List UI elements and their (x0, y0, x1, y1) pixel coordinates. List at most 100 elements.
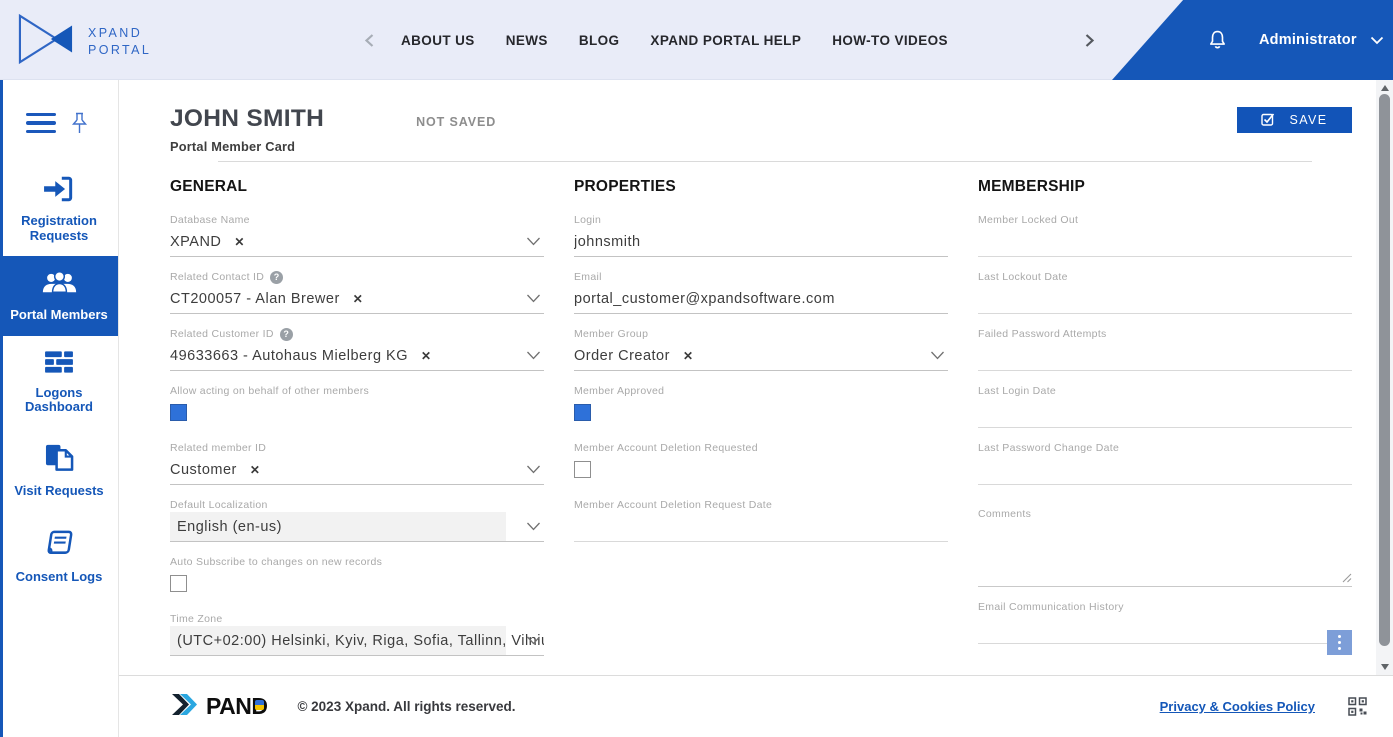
section-title: GENERAL (170, 178, 544, 196)
select-related-contact-id[interactable]: CT200057 - Alan Brewer ✕ (170, 284, 544, 314)
nav-prev-icon[interactable] (364, 33, 375, 48)
field-label-text: Last Password Change Date (978, 442, 1119, 454)
chevron-down-icon[interactable] (526, 522, 541, 531)
menu-hamburger-icon[interactable] (26, 113, 56, 134)
field-value: XPAND (170, 234, 221, 250)
clear-icon[interactable]: ✕ (250, 463, 261, 477)
sidebar-item-consent-logs[interactable]: Consent Logs (0, 514, 118, 600)
vertical-scrollbar[interactable] (1376, 80, 1393, 675)
head-divider (218, 161, 1312, 162)
pin-icon[interactable] (71, 112, 88, 135)
field-label-text: Member Group (574, 328, 648, 340)
checkbox-allow-acting-on-behalf-of-other-members[interactable] (170, 404, 187, 421)
section-title: MEMBERSHIP (978, 178, 1352, 196)
field-value: Order Creator (574, 348, 670, 364)
select-related-customer-id[interactable]: 49633663 - Autohaus Mielberg KG✕ (170, 341, 544, 371)
field-label-text: Default Localization (170, 499, 268, 511)
field-member-group: Member Group Order Creator ✕ (574, 327, 948, 371)
field-comments: Comments (978, 507, 1352, 587)
clear-icon[interactable]: ✕ (421, 349, 432, 363)
field-label: Email Communication History (978, 600, 1352, 614)
nav-next-icon[interactable] (1084, 33, 1095, 48)
resize-grip[interactable] (1342, 573, 1352, 583)
save-button[interactable]: SAVE (1237, 107, 1352, 133)
clear-icon[interactable]: ✕ (683, 349, 694, 363)
field-member-approved: Member Approved (574, 384, 948, 428)
nav-item-blog[interactable]: BLOG (579, 33, 620, 48)
chevron-down-icon[interactable] (526, 294, 541, 303)
sidebar-item-registration-requests[interactable]: Registration Requests (0, 162, 118, 256)
field-last-lockout-date: Last Lockout Date (978, 270, 1352, 314)
people-icon (41, 269, 78, 300)
scroll-up-icon[interactable] (1381, 85, 1389, 91)
textarea-comments[interactable] (978, 521, 1352, 587)
notifications-bell-icon[interactable] (1206, 28, 1229, 53)
input-last-password-change-date[interactable] (978, 455, 1352, 485)
input-email[interactable]: portal_customer@xpandsoftware.com (574, 284, 948, 314)
field-allow-acting-on-behalf-of-other-members: Allow acting on behalf of other members (170, 384, 544, 428)
scrollbar-thumb[interactable] (1379, 94, 1390, 646)
checkbox-member-account-deletion-requested[interactable] (574, 461, 591, 478)
select-database-name[interactable]: XPAND ✕ (170, 227, 544, 257)
field-member-locked-out: Member Locked Out (978, 213, 1352, 257)
input-last-lockout-date[interactable] (978, 284, 1352, 314)
nav-item-about-us[interactable]: ABOUT US (401, 33, 475, 48)
input-member-account-deletion-request-date[interactable] (574, 512, 948, 542)
scroll-down-icon[interactable] (1381, 664, 1389, 670)
section-membership: MEMBERSHIP Member Locked Out Last Lockout… (978, 178, 1352, 669)
sidebar-item-portal-members[interactable]: Portal Members (0, 256, 118, 336)
sidebar-controls (0, 80, 118, 142)
field-label-text: Member Account Deletion Request Date (574, 499, 772, 511)
field-label-text: Login (574, 214, 601, 226)
field-label: Email (574, 270, 948, 284)
sidebar-item-visit-requests[interactable]: Visit Requests (0, 428, 118, 514)
field-label-text: Related Customer ID (170, 328, 274, 340)
select-member-group[interactable]: Order Creator ✕ (574, 341, 948, 371)
sidebar-item-logons-dashboard[interactable]: Logons Dashboard (0, 336, 118, 428)
field-label: Default Localization (170, 498, 544, 512)
chevron-down-icon[interactable] (930, 351, 945, 360)
save-check-icon (1261, 112, 1275, 129)
field-label-text: Member Approved (574, 385, 664, 397)
field-value: CT200057 - Alan Brewer (170, 291, 340, 307)
input-email-communication-history[interactable] (978, 614, 1352, 644)
user-name[interactable]: Administrator (1259, 32, 1357, 48)
logo-line1: XPAND (88, 26, 151, 40)
nav-item-xpand-portal-help[interactable]: XPAND PORTAL HELP (650, 33, 801, 48)
field-time-zone: Time Zone(UTC+02:00) Helsinki, Kyiv, Rig… (170, 612, 544, 656)
privacy-policy-link[interactable]: Privacy & Cookies Policy (1160, 699, 1315, 714)
clear-icon[interactable]: ✕ (353, 292, 364, 306)
field-login: Loginjohnsmith (574, 213, 948, 257)
field-label-text: Comments (978, 508, 1031, 520)
field-label: Auto Subscribe to changes on new records (170, 555, 544, 569)
qr-code-icon[interactable] (1348, 697, 1367, 716)
field-default-localization: Default LocalizationEnglish (en-us) (170, 498, 544, 542)
chevron-down-icon[interactable] (1370, 36, 1384, 45)
help-icon[interactable]: ? (280, 328, 293, 341)
input-last-login-date[interactable] (978, 398, 1352, 428)
input-member-locked-out[interactable] (978, 227, 1352, 257)
checkbox-member-approved[interactable] (574, 404, 591, 421)
nav-item-how-to-videos[interactable]: HOW-TO VIDEOS (832, 33, 948, 48)
field-label-text: Allow acting on behalf of other members (170, 385, 369, 397)
nav-item-news[interactable]: NEWS (506, 33, 548, 48)
field-failed-password-attempts: Failed Password Attempts (978, 327, 1352, 371)
status-badge: NOT SAVED (416, 115, 496, 129)
field-label-text: Email Communication History (978, 601, 1124, 613)
clear-icon[interactable]: ✕ (234, 235, 245, 249)
content: JOHN SMITH NOT SAVED Portal Member Card … (119, 80, 1376, 672)
input-login[interactable]: johnsmith (574, 227, 948, 257)
chevron-down-icon[interactable] (526, 465, 541, 474)
field-label: Last Lockout Date (978, 270, 1352, 284)
chevron-down-icon[interactable] (526, 636, 541, 645)
checkbox-auto-subscribe-to-changes-on-new-records[interactable] (170, 575, 187, 592)
help-icon[interactable]: ? (270, 271, 283, 284)
select-related-member-id[interactable]: Customer✕ (170, 455, 544, 485)
field-label-text: Failed Password Attempts (978, 328, 1107, 340)
input-failed-password-attempts[interactable] (978, 341, 1352, 371)
select-default-localization[interactable]: English (en-us) (170, 512, 544, 542)
more-options-button[interactable] (1327, 630, 1352, 655)
chevron-down-icon[interactable] (526, 237, 541, 246)
select-time-zone[interactable]: (UTC+02:00) Helsinki, Kyiv, Riga, Sofia,… (170, 626, 544, 656)
chevron-down-icon[interactable] (526, 351, 541, 360)
